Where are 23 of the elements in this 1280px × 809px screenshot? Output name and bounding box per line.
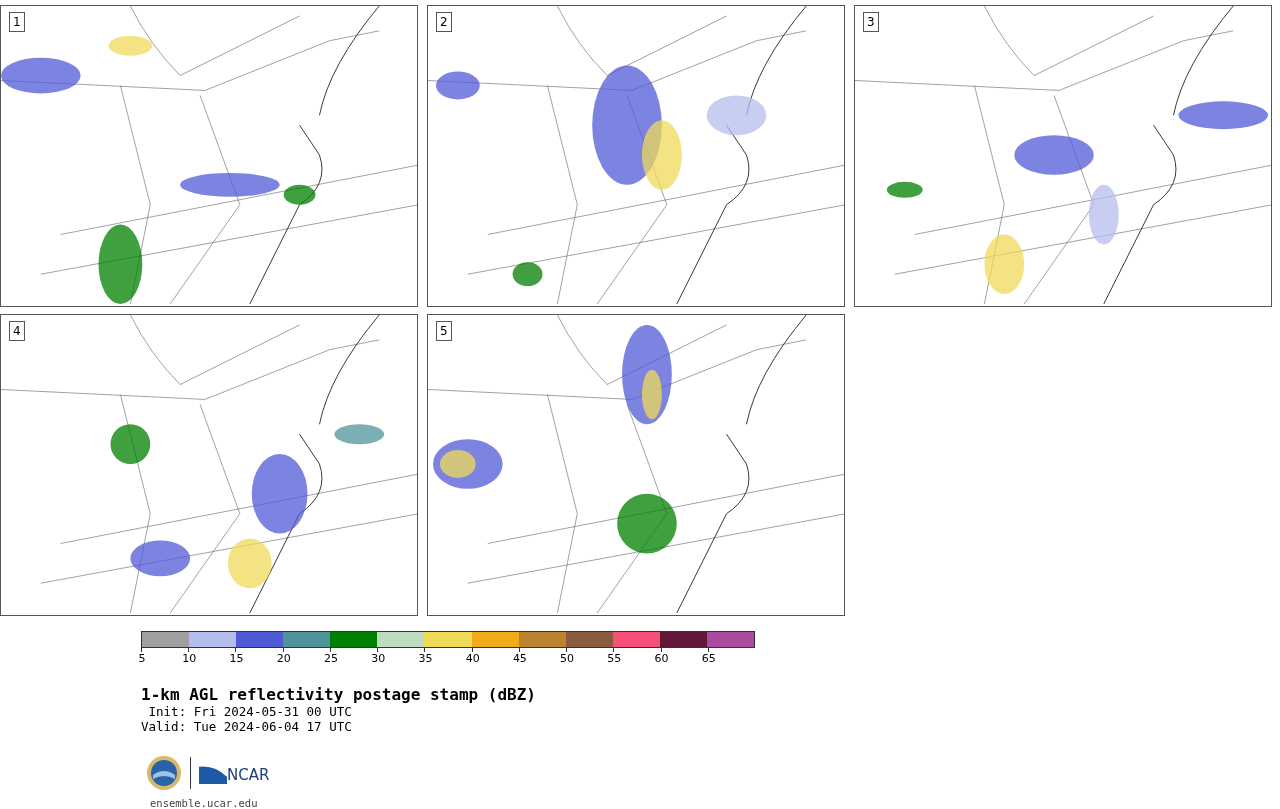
tick-label: 45 — [512, 652, 527, 665]
panel-number: 1 — [9, 12, 25, 32]
website-url[interactable]: ensemble.ucar.edu — [150, 797, 1280, 809]
panel-number: 2 — [436, 12, 452, 32]
panel-number: 3 — [863, 12, 879, 32]
tick-label: 50 — [560, 652, 575, 665]
panel-number: 4 — [9, 321, 25, 341]
tick-label: 65 — [701, 652, 716, 665]
tick-label: 40 — [465, 652, 480, 665]
logo-text: NCAR — [227, 766, 270, 784]
tick-label: 5 — [138, 652, 146, 665]
tick-label: 25 — [323, 652, 338, 665]
valid-time: Valid: Tue 2024-06-04 17 UTC — [141, 719, 353, 734]
tick-label: 35 — [418, 652, 433, 665]
tick-label: 60 — [654, 652, 669, 665]
tick-label: 20 — [276, 652, 291, 665]
chart-title: 1-km AGL reflectivity postage stamp (dBZ) — [141, 685, 537, 704]
panel-number: 5 — [436, 321, 452, 341]
tick-label: 30 — [371, 652, 386, 665]
tick-label: 55 — [607, 652, 622, 665]
tick-label: 15 — [229, 652, 244, 665]
init-time: Init: Fri 2024-05-31 00 UTC — [147, 704, 353, 719]
tick-label: 10 — [182, 652, 197, 665]
